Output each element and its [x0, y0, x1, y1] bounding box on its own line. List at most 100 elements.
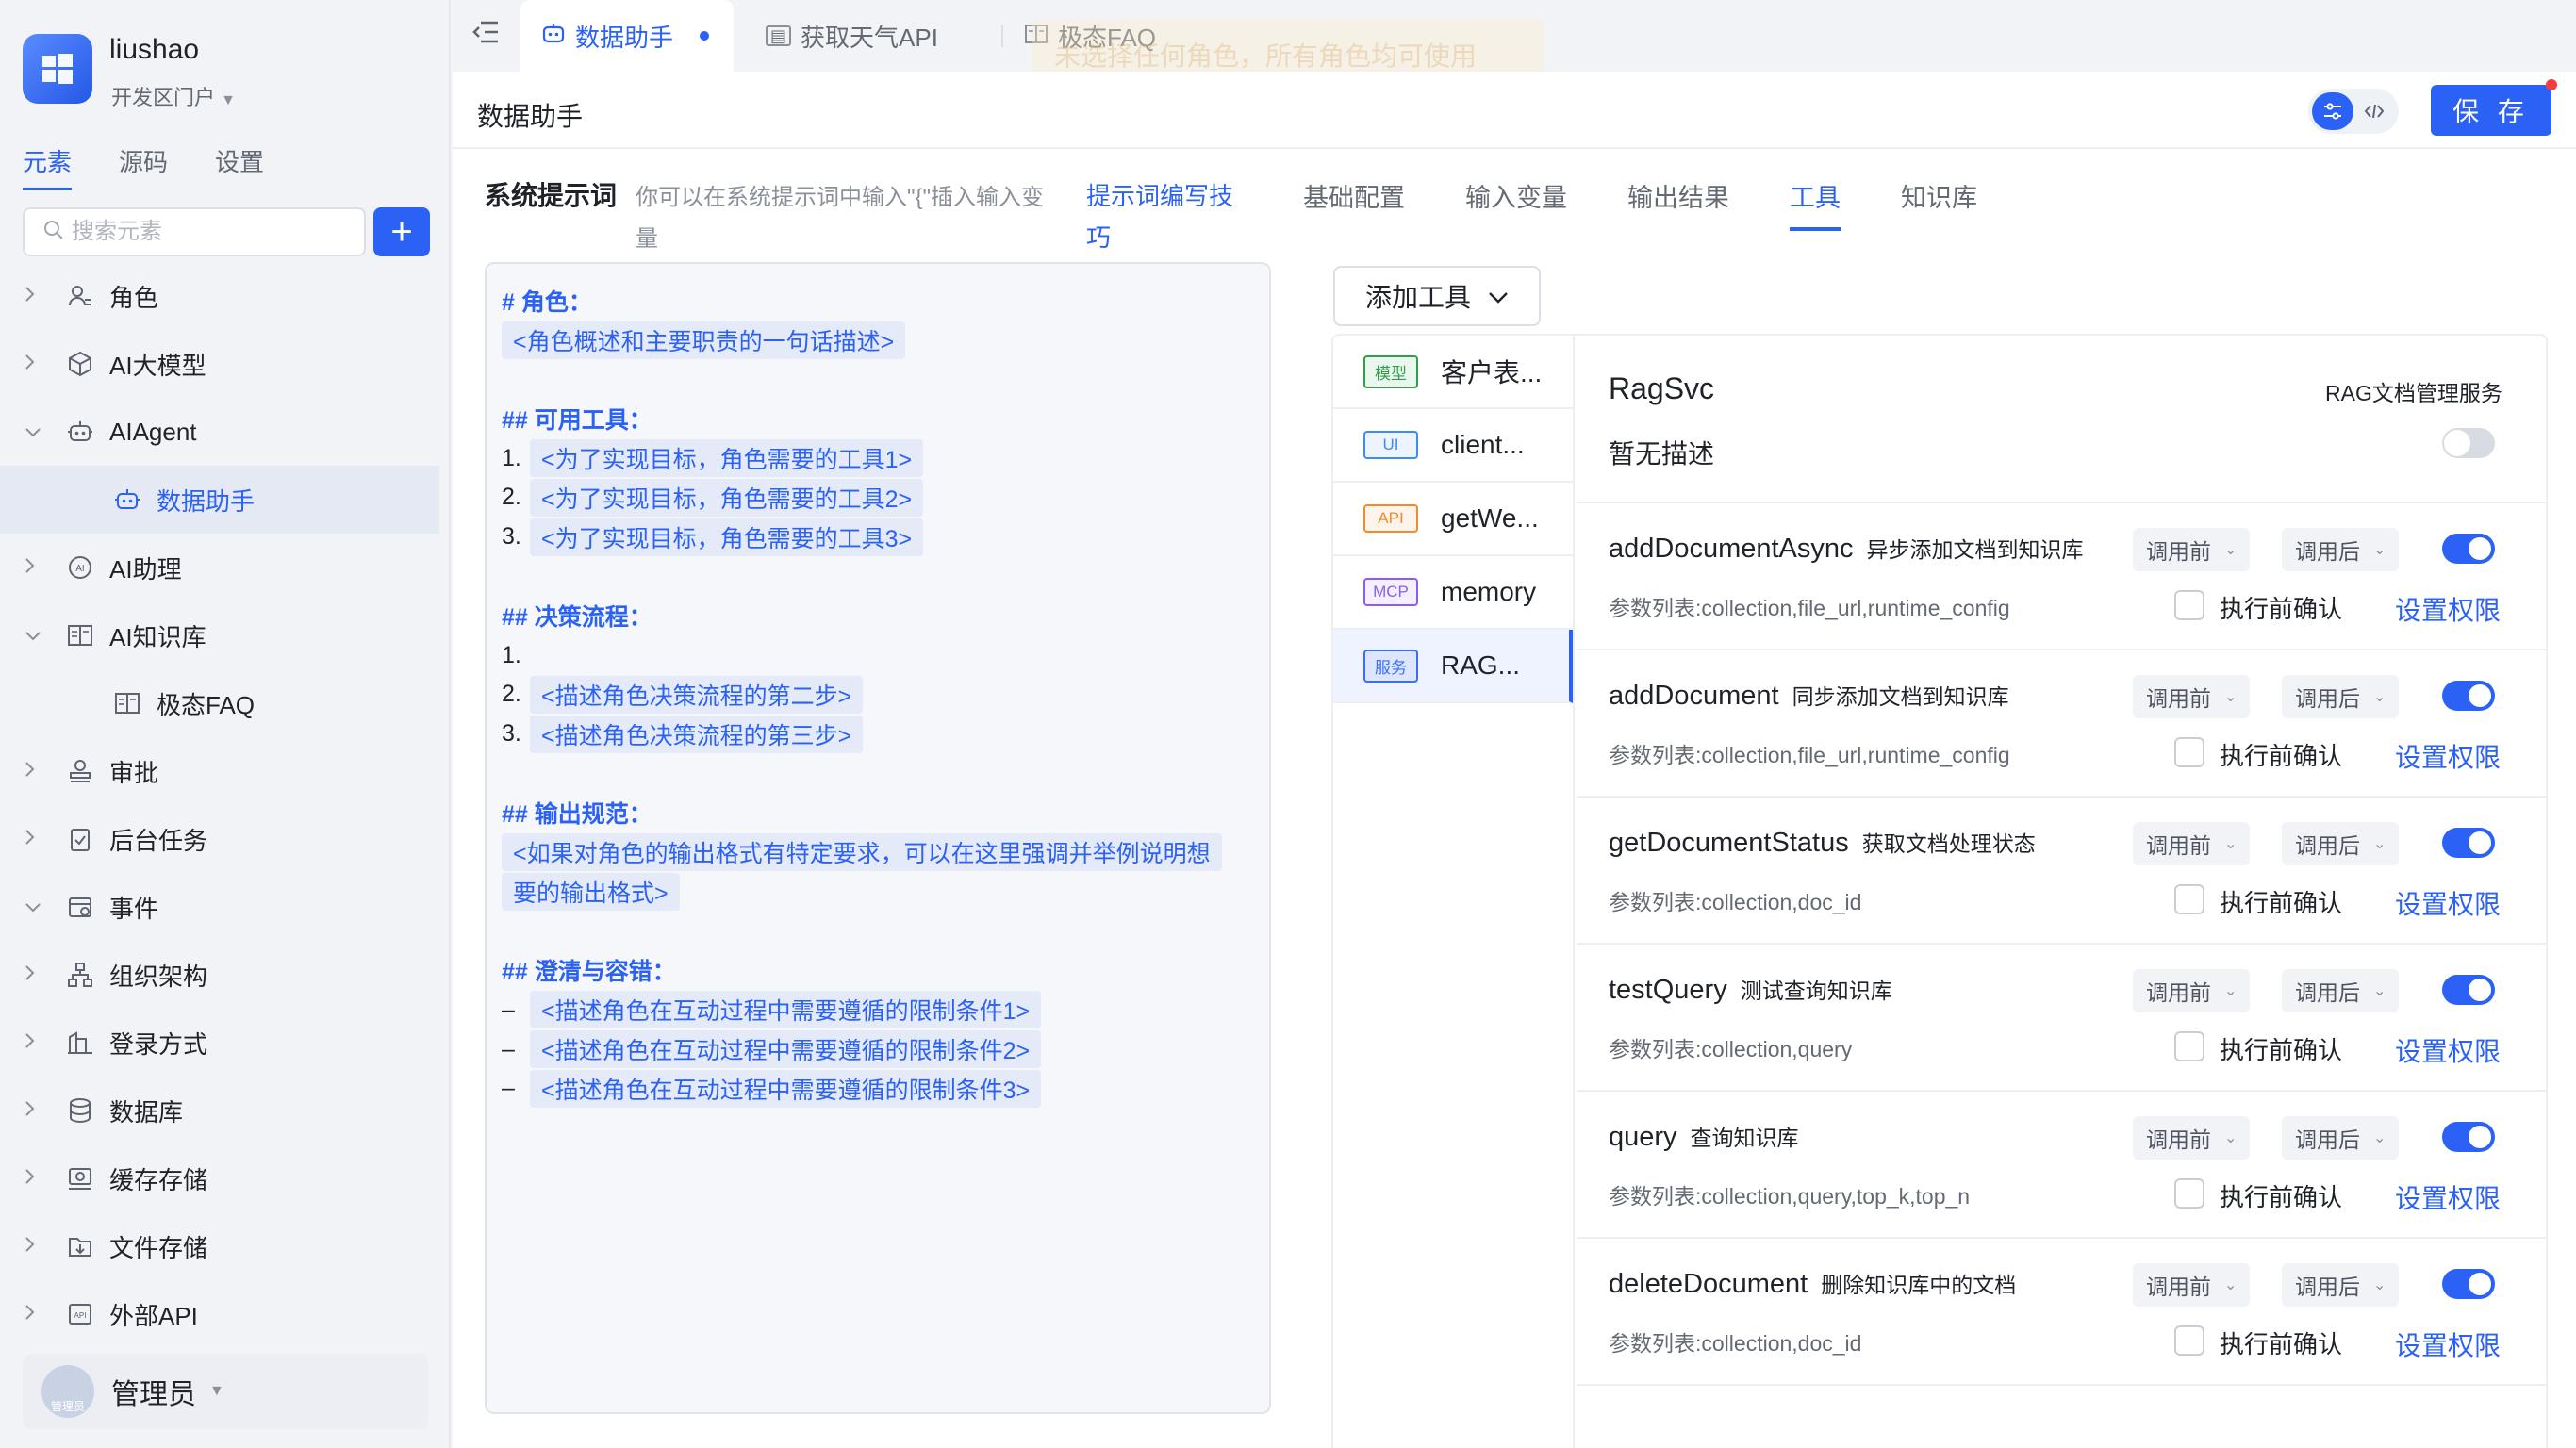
portal-switcher[interactable]: 开发区门户 ▼	[111, 81, 236, 111]
prompt-placeholder[interactable]: 要的输出格式>	[502, 872, 680, 911]
config-tab[interactable]: 基础配置	[1303, 177, 1405, 231]
tab-source[interactable]: 源码	[119, 143, 168, 190]
config-tab[interactable]: 输入变量	[1465, 177, 1567, 231]
chevron-right-icon[interactable]	[25, 759, 51, 783]
system-prompt-editor[interactable]: # 角色： <角色概述和主要职责的一句话描述> ## 可用工具： 1. <为了实现目标，…	[485, 262, 1271, 1414]
method-enable-toggle[interactable]	[2442, 681, 2495, 711]
app-logo-icon[interactable]	[23, 34, 92, 104]
prompt-placeholder[interactable]: <描述角色决策流程的第三步>	[530, 715, 864, 753]
tree-item[interactable]: AI AI助理	[0, 534, 449, 601]
tree-item[interactable]: 数据库	[0, 1077, 449, 1144]
tool-list-item[interactable]: 服务 RAG...	[1333, 630, 1573, 703]
method-enable-toggle[interactable]	[2442, 975, 2495, 1005]
before-hook-select[interactable]: 调用前 ⌄	[2133, 528, 2250, 571]
prompt-placeholder[interactable]: <为了实现目标，角色需要的工具1>	[530, 439, 924, 478]
confirm-checkbox[interactable]	[2174, 1178, 2204, 1209]
before-hook-select[interactable]: 调用前 ⌄	[2133, 675, 2250, 718]
tree-item[interactable]: 缓存存储	[0, 1144, 449, 1212]
tree-item[interactable]: 组织架构	[0, 941, 449, 1009]
set-permission-link[interactable]: 设置权限	[2395, 737, 2501, 775]
confirm-checkbox[interactable]	[2174, 737, 2204, 767]
prompt-placeholder[interactable]: <如果对角色的输出格式有特定要求，可以在这里强调并举例说明想	[502, 833, 1222, 872]
set-permission-link[interactable]: 设置权限	[2395, 884, 2501, 922]
admin-menu[interactable]: 管理员 管理员 ▼	[23, 1354, 428, 1429]
after-hook-select[interactable]: 调用后 ⌄	[2282, 528, 2399, 571]
method-enable-toggle[interactable]	[2442, 1122, 2495, 1152]
confirm-checkbox[interactable]	[2174, 590, 2204, 620]
confirm-checkbox[interactable]	[2174, 884, 2204, 914]
tab-settings[interactable]: 设置	[215, 143, 264, 190]
tree-item[interactable]: AI知识库	[0, 601, 449, 669]
before-hook-select[interactable]: 调用前 ⌄	[2133, 822, 2250, 865]
tree-item[interactable]: 极态FAQ	[0, 669, 449, 737]
tree-item[interactable]: 数据助手	[0, 466, 439, 534]
prompt-placeholder[interactable]: <角色概述和主要职责的一句话描述>	[502, 321, 906, 359]
doc-tab-data-assistant[interactable]: 数据助手	[520, 0, 734, 72]
chevron-right-icon[interactable]	[25, 1166, 51, 1191]
tree-item[interactable]: 登录方式	[0, 1009, 449, 1077]
tree-item[interactable]: 审批	[0, 737, 449, 805]
after-hook-select[interactable]: 调用后 ⌄	[2282, 969, 2399, 1012]
method-enable-toggle[interactable]	[2442, 534, 2495, 564]
chevron-right-icon[interactable]	[25, 555, 51, 580]
tool-list-item[interactable]: 模型 客户表...	[1333, 336, 1573, 409]
prompt-placeholder[interactable]: <为了实现目标，角色需要的工具3>	[530, 518, 924, 556]
config-tab[interactable]: 工具	[1790, 177, 1841, 231]
tree-item[interactable]: 后台任务	[0, 805, 449, 873]
before-hook-select[interactable]: 调用前 ⌄	[2133, 1116, 2250, 1160]
doc-tab-weather-api[interactable]: ▤ 获取天气API	[766, 0, 938, 72]
add-tool-button[interactable]: 添加工具	[1333, 266, 1541, 326]
method-enable-toggle[interactable]	[2442, 1269, 2495, 1299]
collapse-sidebar-icon[interactable]	[471, 19, 500, 50]
after-hook-select[interactable]: 调用后 ⌄	[2282, 822, 2399, 865]
chevron-down-icon[interactable]	[25, 623, 51, 648]
set-permission-link[interactable]: 设置权限	[2395, 1325, 2501, 1363]
chevron-right-icon[interactable]	[25, 1030, 51, 1055]
config-tab[interactable]: 知识库	[1901, 177, 1977, 231]
prompt-placeholder[interactable]: <描述角色决策流程的第二步>	[530, 675, 864, 714]
tree-item[interactable]: 角色	[0, 262, 449, 330]
before-hook-select[interactable]: 调用前 ⌄	[2133, 1263, 2250, 1307]
prompt-placeholder[interactable]: <描述角色在互动过程中需要遵循的限制条件2>	[530, 1030, 1042, 1069]
tree-item[interactable]: 事件	[0, 873, 449, 941]
chevron-right-icon[interactable]	[25, 1234, 51, 1259]
confirm-checkbox[interactable]	[2174, 1031, 2204, 1061]
user-name: liushao	[109, 34, 200, 65]
chevron-right-icon[interactable]	[25, 352, 51, 376]
tool-list-item[interactable]: UI client...	[1333, 409, 1573, 483]
search-input[interactable]	[72, 219, 345, 245]
set-permission-link[interactable]: 设置权限	[2395, 590, 2501, 628]
tree-item[interactable]: 文件存储	[0, 1212, 449, 1280]
chevron-right-icon[interactable]	[25, 827, 51, 851]
add-element-button[interactable]: +	[373, 207, 430, 256]
chevron-right-icon[interactable]	[25, 1098, 51, 1123]
prompt-placeholder[interactable]: <描述角色在互动过程中需要遵循的限制条件1>	[530, 991, 1042, 1029]
tool-list-item[interactable]: MCP memory	[1333, 556, 1573, 630]
chevron-down-icon[interactable]	[25, 895, 51, 919]
code-view-icon[interactable]	[2353, 92, 2395, 130]
settings-view-icon[interactable]	[2312, 92, 2353, 130]
tree-item[interactable]: API 外部API	[0, 1280, 449, 1348]
set-permission-link[interactable]: 设置权限	[2395, 1031, 2501, 1069]
save-button[interactable]: 保 存	[2431, 85, 2551, 136]
after-hook-select[interactable]: 调用后 ⌄	[2282, 1116, 2399, 1160]
prompt-tips-link[interactable]: 提示词编写技巧	[1086, 175, 1256, 258]
chevron-down-icon[interactable]	[25, 420, 51, 444]
confirm-checkbox[interactable]	[2174, 1325, 2204, 1356]
chevron-right-icon[interactable]	[25, 284, 51, 308]
tool-list-item[interactable]: API getWe...	[1333, 483, 1573, 556]
method-enable-toggle[interactable]	[2442, 828, 2495, 858]
chevron-right-icon[interactable]	[25, 963, 51, 987]
tree-item[interactable]: AI大模型	[0, 330, 449, 398]
chevron-right-icon[interactable]	[25, 1302, 51, 1326]
set-permission-link[interactable]: 设置权限	[2395, 1178, 2501, 1216]
tab-elements[interactable]: 元素	[23, 143, 73, 190]
after-hook-select[interactable]: 调用后 ⌄	[2282, 1263, 2399, 1307]
service-enable-toggle[interactable]	[2442, 428, 2495, 458]
config-tab[interactable]: 输出结果	[1627, 177, 1729, 231]
prompt-placeholder[interactable]: <描述角色在互动过程中需要遵循的限制条件3>	[530, 1069, 1042, 1108]
prompt-placeholder[interactable]: <为了实现目标，角色需要的工具2>	[530, 478, 924, 517]
tree-item[interactable]: AIAgent	[0, 398, 449, 466]
after-hook-select[interactable]: 调用后 ⌄	[2282, 675, 2399, 718]
before-hook-select[interactable]: 调用前 ⌄	[2133, 969, 2250, 1012]
